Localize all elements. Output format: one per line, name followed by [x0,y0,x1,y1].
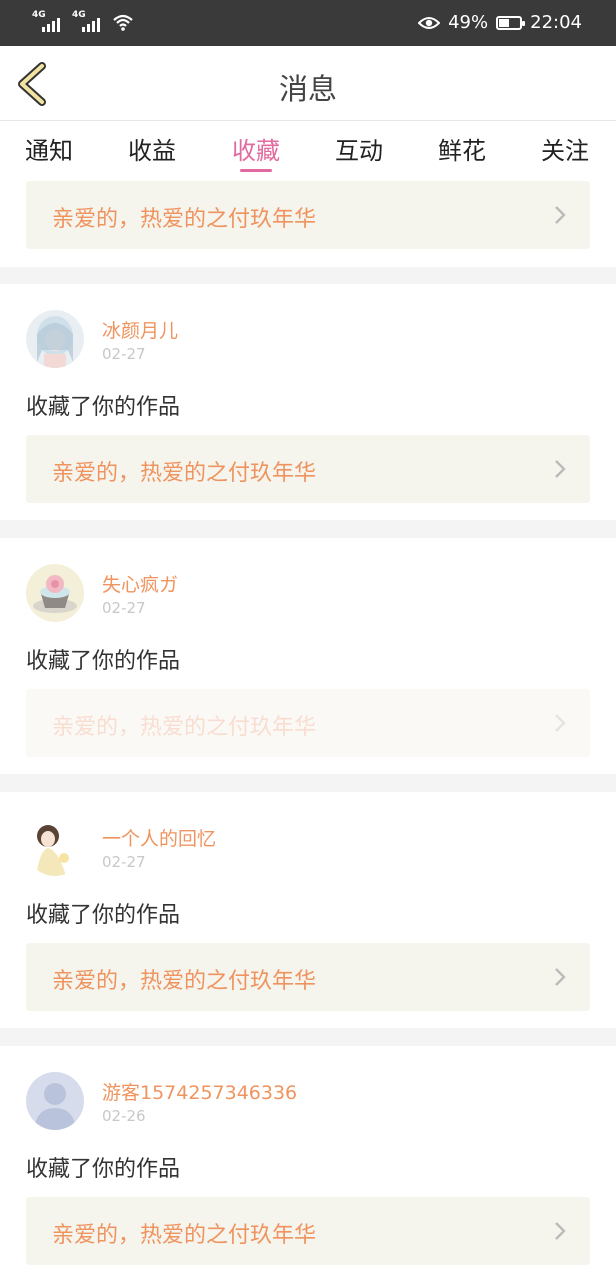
work-title: 亲爱的，热爱的之付玖年华 [52,207,317,232]
work-title: 亲爱的，热爱的之付玖年华 [52,461,317,486]
work-title: 亲爱的，热爱的之付玖年华 [52,969,317,994]
message-card: 亲爱的，热爱的之付玖年华 [0,177,616,267]
tab-follows[interactable]: 关注 [541,131,589,166]
battery-percent: 49% [448,12,489,33]
avatar[interactable] [26,564,84,622]
chevron-right-icon [555,714,566,732]
action-text: 收藏了你的作品 [26,649,181,674]
tab-earnings[interactable]: 收益 [128,131,176,166]
username[interactable]: 一个人的回忆 [102,824,216,851]
work-title: 亲爱的，热爱的之付玖年华 [52,715,317,740]
status-left: 4G 4G [32,10,134,32]
active-tab-indicator [240,169,272,172]
message-date: 02-27 [102,345,146,363]
battery-icon [496,15,526,30]
action-text: 收藏了你的作品 [26,1157,181,1182]
message-card: 游客1574257346336 02-26 收藏了你的作品 亲爱的，热爱的之付玖… [0,1046,616,1280]
username[interactable]: 失心疯ガ [102,570,178,597]
eye-comfort-icon [418,16,441,29]
tab-interactions[interactable]: 互动 [335,131,383,166]
wifi-icon [113,14,133,31]
tab-bar: 通知 收益 收藏 互动 鲜花 关注 [0,121,616,177]
message-date: 02-27 [102,853,146,871]
tab-flowers[interactable]: 鲜花 [438,131,486,166]
action-text: 收藏了你的作品 [26,903,181,928]
page-title: 消息 [278,72,337,106]
avatar[interactable] [26,1072,84,1130]
work-title: 亲爱的，热爱的之付玖年华 [52,1223,317,1248]
avatar[interactable] [26,310,84,368]
status-right: 49% 22:04 [418,12,582,33]
chevron-right-icon [555,460,566,478]
work-link[interactable]: 亲爱的，热爱的之付玖年华 [26,1197,590,1265]
signal-icon: 4G [72,10,106,32]
header: 消息 [0,46,616,121]
message-date: 02-26 [102,1107,146,1125]
chevron-right-icon [555,968,566,986]
work-link[interactable]: 亲爱的，热爱的之付玖年华 [26,943,590,1011]
clock: 22:04 [530,12,582,33]
work-link[interactable]: 亲爱的，热爱的之付玖年华 [26,689,590,757]
message-date: 02-27 [102,599,146,617]
tab-notifications[interactable]: 通知 [25,131,73,166]
tab-favorites[interactable]: 收藏 [232,131,280,166]
username[interactable]: 游客1574257346336 [102,1078,297,1105]
status-bar: 4G 4G 49% 22:04 [0,0,616,46]
message-card: 一个人的回忆 02-27 收藏了你的作品 亲爱的，热爱的之付玖年华 [0,792,616,1028]
message-card: 失心疯ガ 02-27 收藏了你的作品 亲爱的，热爱的之付玖年华 [0,538,616,774]
chevron-right-icon [555,1222,566,1240]
chevron-right-icon [555,206,566,224]
signal-icon: 4G [32,10,66,32]
work-link[interactable]: 亲爱的，热爱的之付玖年华 [26,181,590,249]
username[interactable]: 冰颜月儿 [102,316,178,343]
avatar[interactable] [26,818,84,876]
message-card: 冰颜月儿 02-27 收藏了你的作品 亲爱的，热爱的之付玖年华 [0,284,616,520]
work-link[interactable]: 亲爱的，热爱的之付玖年华 [26,435,590,503]
action-text: 收藏了你的作品 [26,395,181,420]
